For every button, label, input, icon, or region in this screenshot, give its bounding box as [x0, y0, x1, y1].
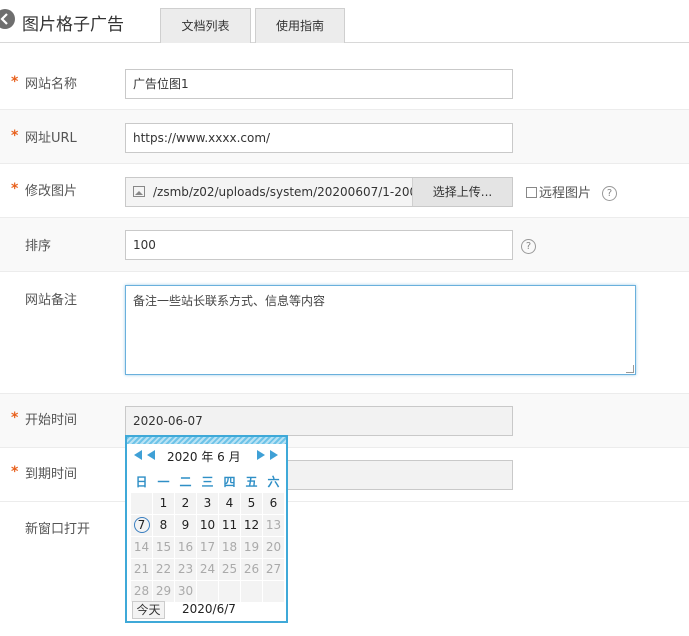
form-row-sort: 排序 100 ? — [0, 218, 689, 272]
date-cell[interactable]: 2 — [174, 491, 197, 515]
start-time-label: 开始时间 — [25, 413, 78, 428]
back-arrow-icon[interactable] — [0, 9, 15, 29]
start-time-input[interactable]: 2020-06-07 — [125, 406, 513, 436]
today-date-text: 2020/6/7 — [182, 602, 236, 616]
required-mark: * — [11, 410, 19, 426]
date-cell-disabled[interactable]: 18 — [218, 535, 241, 559]
tab-user-guide[interactable]: 使用指南 — [255, 8, 345, 43]
date-cell-disabled[interactable]: 20 — [262, 535, 285, 559]
date-cell-disabled[interactable]: 28 — [130, 579, 153, 603]
date-picker-header-strip — [127, 437, 286, 444]
remark-label: 网站备注 — [25, 293, 78, 308]
question-circle-icon[interactable]: ? — [521, 239, 536, 254]
required-mark: * — [11, 464, 19, 480]
required-mark: * — [11, 128, 19, 144]
today-marker: 7 — [133, 517, 150, 533]
upload-button[interactable]: 选择上传... — [412, 178, 512, 206]
end-time-label: 到期时间 — [25, 467, 78, 482]
date-picker-footer: 今天 2020/6/7 — [127, 600, 286, 621]
form-row-start-time: * 开始时间 2020-06-07 — [0, 394, 689, 448]
site-name-input[interactable]: 广告位图1 — [125, 69, 513, 99]
page-title: 图片格子广告 — [22, 15, 124, 35]
prev-month-icon[interactable] — [147, 450, 155, 460]
date-cell-empty — [218, 579, 241, 603]
date-cell[interactable]: 6 — [262, 491, 285, 515]
resize-handle-icon[interactable] — [626, 365, 634, 373]
date-cell-disabled[interactable]: 22 — [152, 557, 175, 581]
date-cell-disabled[interactable]: 27 — [262, 557, 285, 581]
date-cell-disabled[interactable]: 30 — [174, 579, 197, 603]
date-cell[interactable]: 9 — [174, 513, 197, 537]
date-cell-disabled[interactable]: 24 — [196, 557, 219, 581]
site-name-label: 网站名称 — [25, 77, 78, 92]
image-icon — [133, 186, 145, 197]
form-row-image: * 修改图片 /zsmb/z02/uploads/system/20200607… — [0, 164, 689, 218]
required-mark: * — [11, 74, 19, 90]
date-cell-disabled[interactable]: 25 — [218, 557, 241, 581]
form-row-new-window: 新窗口打开 — [0, 502, 689, 556]
weekday-header: 五 — [245, 475, 258, 490]
next-year-icon[interactable] — [270, 450, 278, 460]
date-cell[interactable]: 11 — [218, 513, 241, 537]
weekday-header: 一 — [157, 475, 170, 490]
weekday-header: 六 — [267, 475, 280, 490]
date-cell-disabled[interactable]: 26 — [240, 557, 263, 581]
date-cell-disabled[interactable]: 15 — [152, 535, 175, 559]
remark-text: 备注一些站长联系方式、信息等内容 — [133, 294, 326, 308]
date-cell-disabled[interactable]: 17 — [196, 535, 219, 559]
date-cell[interactable]: 8 — [152, 513, 175, 537]
weekday-header: 四 — [223, 475, 236, 490]
today-button[interactable]: 今天 — [132, 601, 165, 619]
date-cell[interactable]: 10 — [196, 513, 219, 537]
required-mark: * — [11, 181, 19, 197]
date-cell-empty — [196, 579, 219, 603]
weekday-header: 三 — [201, 475, 214, 490]
new-window-label: 新窗口打开 — [25, 522, 91, 537]
date-cell-empty — [262, 579, 285, 603]
url-label: 网址URL — [25, 131, 77, 146]
date-cell[interactable]: 4 — [218, 491, 241, 515]
form-row-site-name: * 网站名称 广告位图1 — [0, 58, 689, 110]
sort-input[interactable]: 100 — [125, 230, 513, 260]
date-picker-nav: 2020 年 6 月 — [127, 444, 286, 466]
image-label: 修改图片 — [25, 184, 78, 199]
date-cell-empty — [240, 579, 263, 603]
next-month-icon[interactable] — [257, 450, 265, 460]
date-cell[interactable]: 3 — [196, 491, 219, 515]
form-row-remark: 网站备注 备注一些站长联系方式、信息等内容 — [0, 272, 689, 394]
date-cell-empty — [130, 491, 153, 515]
sort-label: 排序 — [25, 239, 52, 254]
remote-image-option[interactable]: 远程图片 — [526, 182, 591, 201]
prev-year-icon[interactable] — [134, 450, 142, 460]
form-row-end-time: * 到期时间 — [0, 448, 689, 502]
remote-image-checkbox[interactable] — [526, 187, 537, 198]
url-input[interactable]: https://www.xxxx.com/ — [125, 123, 513, 153]
date-cell-disabled[interactable]: 16 — [174, 535, 197, 559]
date-cell-disabled[interactable]: 21 — [130, 557, 153, 581]
date-cell[interactable]: 5 — [240, 491, 263, 515]
remote-image-label: 远程图片 — [539, 186, 592, 201]
date-picker-popup: 2020 年 6 月 日 一 二 三 四 五 六 1 2 3 4 5 6 7 8… — [125, 435, 288, 623]
date-cell[interactable]: 12 — [240, 513, 263, 537]
date-cell-today[interactable]: 7 — [130, 513, 153, 537]
form-row-url: * 网址URL https://www.xxxx.com/ — [0, 110, 689, 164]
weekday-header: 日 — [135, 475, 148, 490]
date-picker-grid: 日 一 二 三 四 五 六 1 2 3 4 5 6 7 8 9 10 11 12… — [130, 472, 285, 603]
image-path-text: /zsmb/z02/uploads/system/20200607/1-2006 — [153, 185, 415, 199]
date-cell-disabled[interactable]: 23 — [174, 557, 197, 581]
date-cell-disabled[interactable]: 14 — [130, 535, 153, 559]
tab-document-list[interactable]: 文档列表 — [160, 8, 251, 43]
date-cell-disabled[interactable]: 29 — [152, 579, 175, 603]
page-header: 图片格子广告 文档列表 使用指南 — [0, 0, 689, 43]
date-cell[interactable]: 1 — [152, 491, 175, 515]
date-cell-disabled[interactable]: 19 — [240, 535, 263, 559]
image-path-field[interactable]: /zsmb/z02/uploads/system/20200607/1-2006… — [125, 177, 513, 207]
question-circle-icon[interactable]: ? — [602, 186, 617, 201]
weekday-header: 二 — [179, 475, 192, 490]
remark-textarea[interactable]: 备注一些站长联系方式、信息等内容 — [125, 285, 636, 375]
date-picker-month-title[interactable]: 2020 年 6 月 — [167, 448, 241, 465]
date-cell-disabled[interactable]: 13 — [262, 513, 285, 537]
